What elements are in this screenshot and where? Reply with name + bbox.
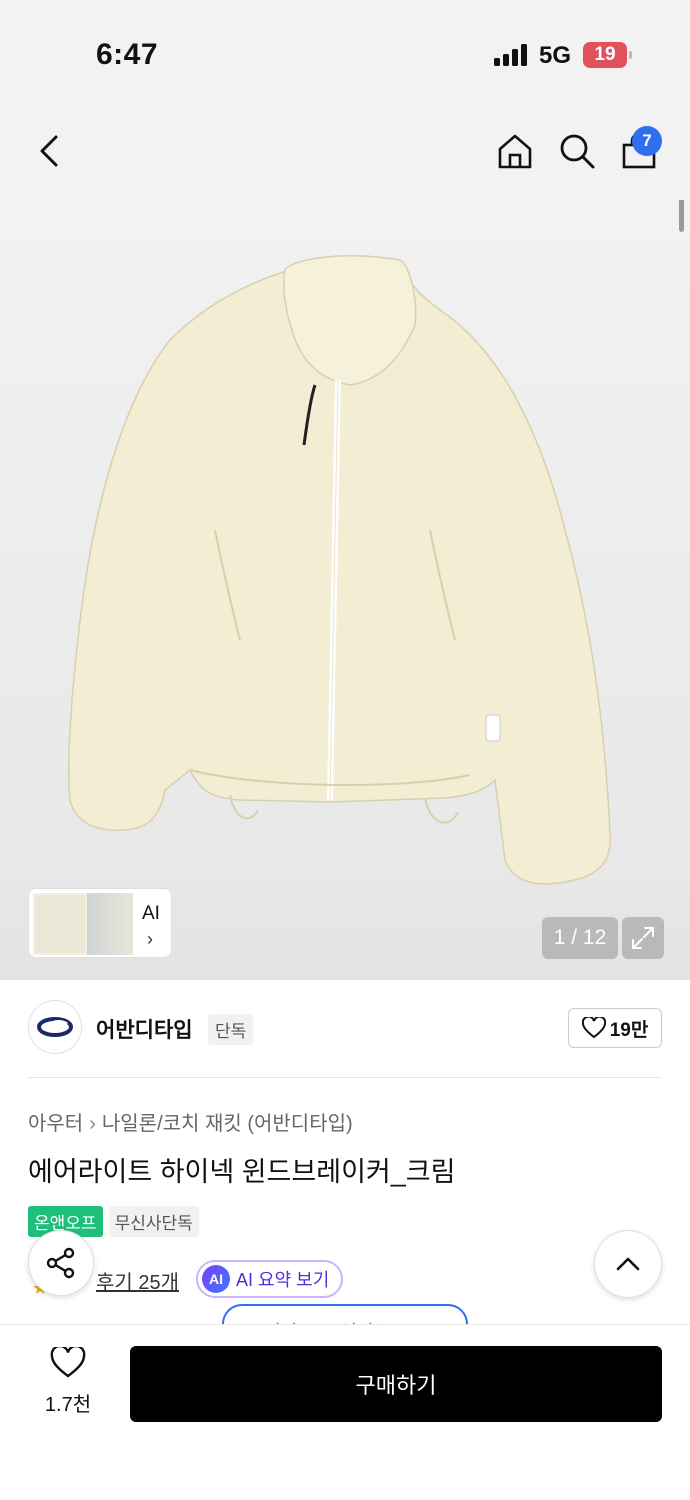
signal-icon (494, 44, 528, 66)
breadcrumb-item[interactable]: 나일론/코치 재킷 (어반디타입) (102, 1113, 353, 1135)
share-icon (46, 1247, 75, 1279)
brand-logo[interactable] (28, 1000, 82, 1054)
wishlist-button[interactable]: 1.7천 (30, 1344, 106, 1423)
product-title: 에어라이트 하이넥 윈드브레이커_크림 (28, 1157, 456, 1187)
chevron-right-icon: › (147, 929, 153, 949)
wishlist-count: 1.7천 (44, 1394, 92, 1416)
search-button[interactable] (554, 128, 600, 174)
brand-logo-icon (37, 1017, 73, 1037)
top-navigation (0, 110, 690, 200)
brand-like-count: 19만 (609, 1019, 649, 1041)
review-link[interactable]: 후기 25개 (96, 1266, 179, 1295)
cart-count-badge: 7 (632, 126, 662, 156)
battery-icon: 19 (583, 42, 632, 68)
breadcrumb-item[interactable]: 아우터 (28, 1113, 83, 1135)
share-button[interactable] (28, 1230, 94, 1296)
scroll-top-button[interactable] (594, 1230, 662, 1298)
bottom-action-bar: 1.7천 구매하기 (0, 1324, 690, 1500)
network-type: 5G (539, 42, 572, 69)
chevron-up-icon (616, 1257, 640, 1271)
brand-row: 어반디타입 단독 19만 (28, 1000, 662, 1058)
ai-label: AI (142, 903, 160, 924)
ai-lookbook-thumbnail[interactable]: AI › (28, 888, 172, 958)
ai-badge-icon: AI (202, 1265, 230, 1293)
ai-summary-button[interactable]: AI AI 요약 보기 (196, 1260, 344, 1298)
heart-icon (50, 1344, 86, 1378)
thumbnail-image (87, 893, 133, 955)
home-button[interactable] (492, 128, 538, 174)
status-time: 6:47 (96, 38, 159, 71)
brand-name[interactable]: 어반디타입 (96, 1014, 193, 1044)
status-bar: 6:47 5G 19 (0, 0, 690, 110)
home-icon (498, 134, 532, 169)
breadcrumb: 아우터 › 나일론/코치 재킷 (어반디타입) (28, 1107, 353, 1136)
musinsa-exclusive-tag: 무신사단독 (108, 1206, 199, 1237)
divider (28, 1077, 662, 1078)
image-page-indicator: 1 / 12 (542, 917, 618, 959)
jacket-product-image (68, 255, 611, 885)
exclusive-tag: 단독 (208, 1014, 254, 1045)
chevron-left-icon (40, 135, 58, 167)
chevron-right-icon: › (89, 1113, 96, 1135)
buy-button[interactable]: 구매하기 (130, 1346, 662, 1422)
thumbnail-image (33, 893, 87, 955)
back-button[interactable] (26, 128, 72, 174)
search-icon (560, 134, 595, 169)
heart-icon (581, 1017, 606, 1039)
product-image-gallery[interactable]: AI › 1 / 12 (0, 200, 690, 980)
expand-image-button[interactable] (622, 917, 664, 959)
brand-like-button[interactable]: 19만 (568, 1008, 662, 1048)
expand-icon (632, 927, 654, 949)
ai-summary-label: AI 요약 보기 (236, 1270, 330, 1290)
